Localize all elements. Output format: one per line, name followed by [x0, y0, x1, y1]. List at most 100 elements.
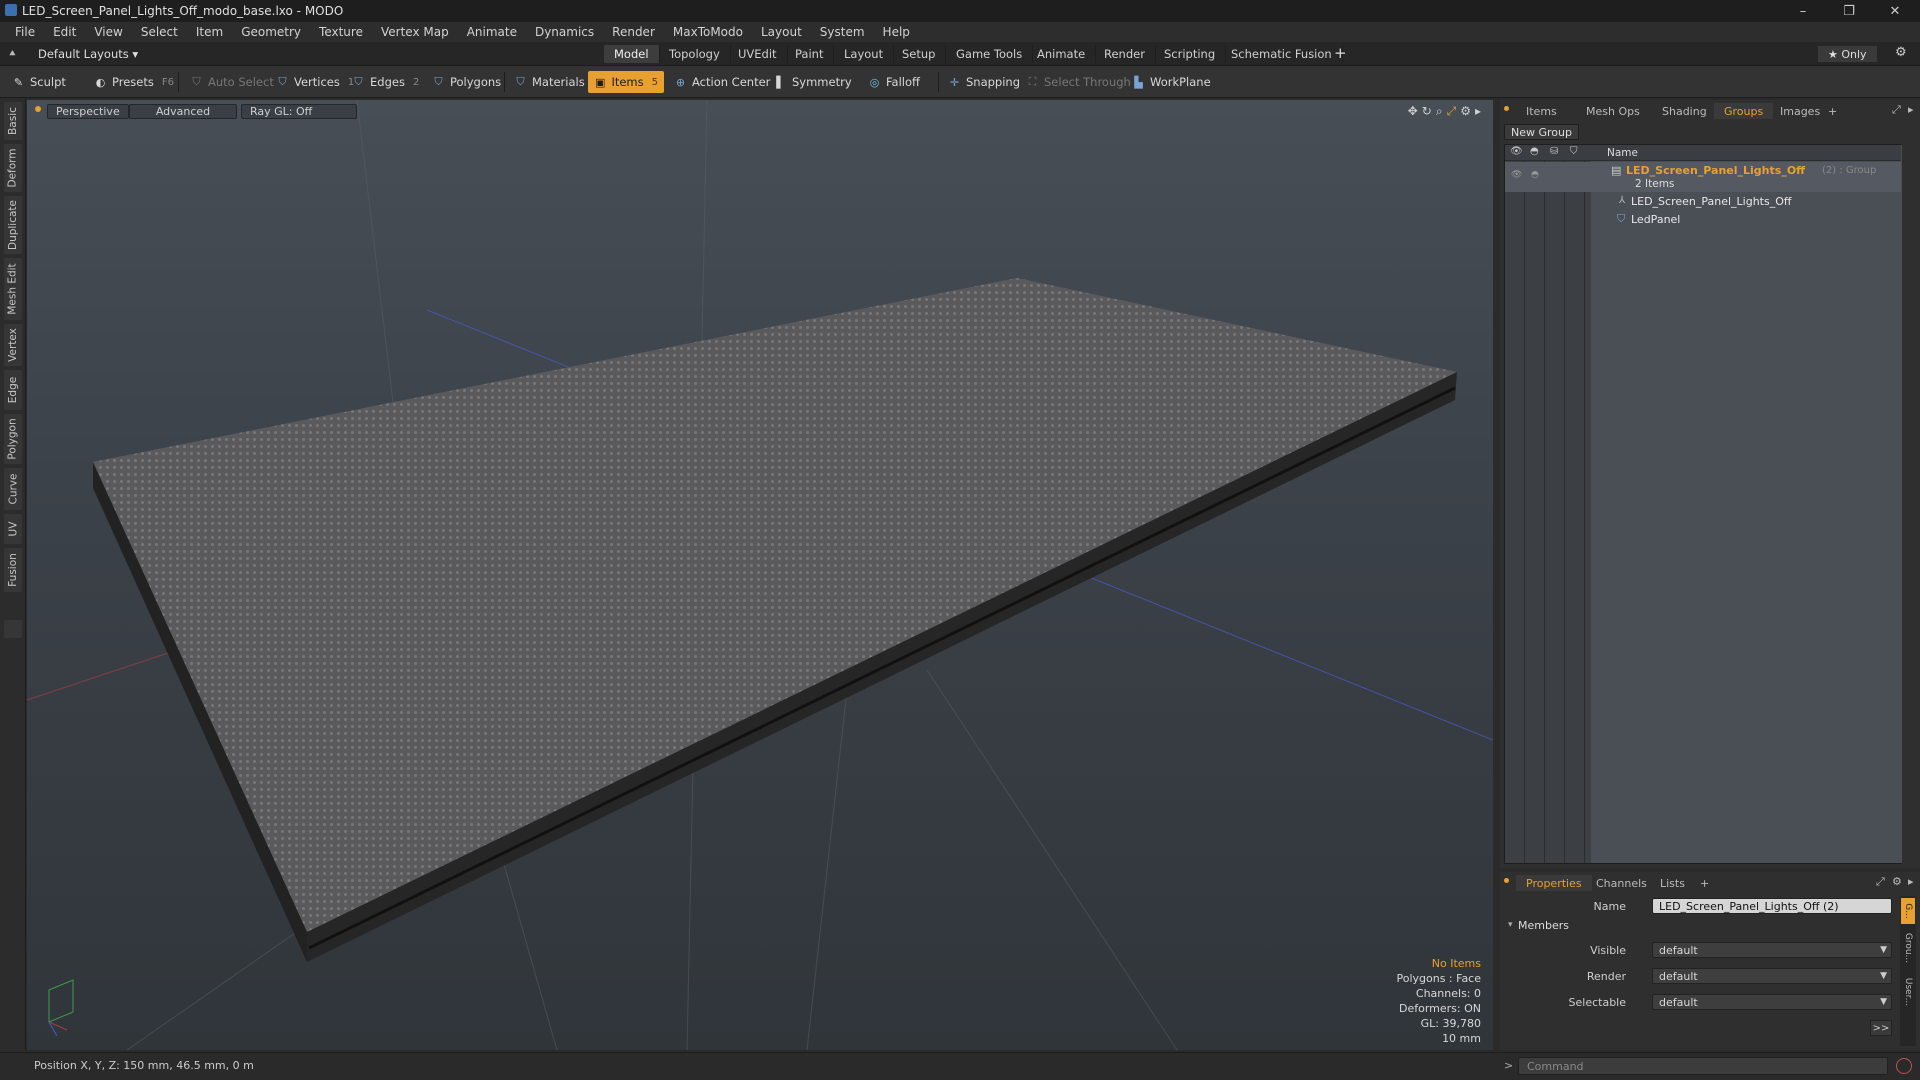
- list-item[interactable]: ⅄ LED_Screen_Panel_Lights_Off: [1591, 194, 1901, 210]
- menu-select[interactable]: Select: [132, 25, 187, 39]
- tab-paint[interactable]: Paint: [785, 45, 835, 63]
- select-through-button[interactable]: ⛶ Select Through: [1020, 71, 1137, 93]
- tab-polygon[interactable]: Polygon: [4, 414, 22, 464]
- close-button[interactable]: ✕: [1872, 0, 1918, 22]
- row-render-icon[interactable]: ◓: [1531, 170, 1539, 180]
- menu-item[interactable]: Item: [187, 25, 232, 39]
- viewport-menu-dot[interactable]: [35, 106, 41, 112]
- panel-menu-dot[interactable]: [1504, 878, 1509, 883]
- expand-icon[interactable]: ⤢: [1892, 103, 1901, 117]
- symmetry-button[interactable]: ▌ Symmetry: [768, 71, 858, 93]
- panel-menu-dot[interactable]: [1504, 106, 1509, 111]
- panel-arrow-icon[interactable]: ▸: [1908, 103, 1914, 116]
- view-mode-button[interactable]: Perspective: [47, 104, 129, 119]
- tab-animate[interactable]: Animate: [1027, 45, 1097, 63]
- menu-system[interactable]: System: [811, 25, 874, 39]
- panel-arrow-icon[interactable]: ▸: [1908, 875, 1914, 888]
- action-center-button[interactable]: ⊕ Action Center: [668, 71, 776, 93]
- gear-icon[interactable]: ⚙: [1895, 45, 1907, 60]
- add-tab-button[interactable]: +: [1818, 103, 1847, 119]
- edges-button[interactable]: ⛉ Edges 2: [346, 71, 425, 93]
- 3d-viewport[interactable]: Perspective Advanced Ray GL: Off ✥ ↻ ⌕ ⤢…: [27, 100, 1493, 1050]
- workplane-button[interactable]: ▙ WorkPlane: [1126, 71, 1217, 93]
- expand-icon[interactable]: ⤢: [1876, 875, 1885, 889]
- layout-select[interactable]: Default Layouts ▾: [38, 47, 138, 61]
- menu-geometry[interactable]: Geometry: [232, 25, 310, 39]
- tab-properties[interactable]: Properties: [1516, 875, 1592, 891]
- selectable-dropdown[interactable]: default ▼: [1652, 994, 1892, 1010]
- tab-topology[interactable]: Topology: [659, 45, 731, 63]
- expand-arrow-icon[interactable]: ▸: [1475, 104, 1481, 119]
- more-button[interactable]: >>: [1870, 1020, 1892, 1036]
- minimize-button[interactable]: –: [1780, 0, 1826, 22]
- falloff-button[interactable]: ◎ Falloff: [862, 71, 926, 93]
- tab-channels[interactable]: Channels: [1586, 875, 1657, 891]
- menu-layout[interactable]: Layout: [752, 25, 811, 39]
- viewport-settings-icon[interactable]: ⚙: [1460, 104, 1471, 119]
- tab-uvedit[interactable]: UVEdit: [728, 45, 788, 63]
- tab-model[interactable]: Model: [604, 45, 660, 63]
- polygons-button[interactable]: ⛉ Polygons: [426, 71, 507, 93]
- raygl-button[interactable]: Ray GL: Off: [241, 104, 357, 119]
- lock-icon[interactable]: ⛁: [1550, 146, 1558, 157]
- tab-scripting[interactable]: Scripting: [1154, 45, 1227, 63]
- zoom-icon[interactable]: ⌕: [1436, 104, 1443, 119]
- record-icon[interactable]: [1896, 1058, 1912, 1074]
- name-field[interactable]: LED_Screen_Panel_Lights_Off (2): [1652, 898, 1892, 914]
- side-tab-group-active[interactable]: G...: [1901, 898, 1915, 924]
- select-icon[interactable]: ⛉: [1570, 146, 1578, 157]
- side-tab-group[interactable]: Grou...: [1901, 928, 1915, 968]
- auto-select-button[interactable]: ⛉ Auto Select: [184, 71, 280, 93]
- tab-shading[interactable]: Shading: [1652, 103, 1717, 119]
- tab-vertex[interactable]: Vertex: [4, 324, 22, 366]
- command-input[interactable]: Command: [1518, 1057, 1888, 1075]
- rotate-icon[interactable]: ↻: [1422, 104, 1432, 119]
- menu-maxtomodo[interactable]: MaxToModo: [664, 25, 752, 39]
- tab-duplicate[interactable]: Duplicate: [4, 196, 22, 254]
- pan-icon[interactable]: ✥: [1408, 104, 1418, 119]
- render-icon[interactable]: ◓: [1530, 146, 1539, 157]
- items-button[interactable]: ▣ Items 5: [588, 71, 664, 93]
- render-dropdown[interactable]: default ▼: [1652, 968, 1892, 984]
- tab-groups[interactable]: Groups: [1714, 103, 1774, 119]
- tab-deform[interactable]: Deform: [4, 144, 22, 192]
- tab-mesh-edit[interactable]: Mesh Edit: [4, 258, 22, 320]
- group-row[interactable]: 👁 ◓ ▤ LED_Screen_Panel_Lights_Off (2) : …: [1505, 162, 1901, 192]
- add-tab-icon[interactable]: +: [1334, 44, 1347, 62]
- tab-render[interactable]: Render: [1094, 45, 1156, 63]
- new-group-button[interactable]: New Group: [1504, 124, 1579, 140]
- menu-help[interactable]: Help: [874, 25, 919, 39]
- add-tab-button[interactable]: +: [1690, 875, 1719, 891]
- eye-icon[interactable]: 👁: [1510, 146, 1523, 157]
- list-item[interactable]: ⛉ LedPanel: [1591, 212, 1901, 228]
- menu-texture[interactable]: Texture: [310, 25, 372, 39]
- tab-lists[interactable]: Lists: [1650, 875, 1695, 891]
- shading-button[interactable]: Advanced: [129, 104, 237, 119]
- menu-render[interactable]: Render: [603, 25, 664, 39]
- tab-edge[interactable]: Edge: [4, 370, 22, 410]
- tab-layout[interactable]: Layout: [834, 45, 895, 63]
- palette-toggle[interactable]: [4, 620, 22, 638]
- visible-dropdown[interactable]: default ▼: [1652, 942, 1892, 958]
- tab-mesh-ops[interactable]: Mesh Ops: [1576, 103, 1650, 119]
- menu-file[interactable]: File: [6, 25, 44, 39]
- tab-game-tools[interactable]: Game Tools: [946, 45, 1034, 63]
- row-eye-icon[interactable]: 👁: [1511, 170, 1522, 180]
- tab-setup[interactable]: Setup: [892, 45, 947, 63]
- tab-items[interactable]: Items: [1516, 103, 1567, 119]
- maximize-icon[interactable]: ⤢: [1447, 104, 1457, 119]
- menu-edit[interactable]: Edit: [44, 25, 85, 39]
- collapse-icon[interactable]: ⯅: [8, 47, 17, 61]
- name-column-header[interactable]: Name: [1607, 147, 1638, 159]
- collapse-arrow-icon[interactable]: ▾: [1508, 920, 1513, 930]
- group-list[interactable]: 👁 ◓ ⛁ ⛉ Name 👁 ◓ ▤ LED_Screen_Panel_Ligh…: [1504, 144, 1902, 864]
- side-tab-user[interactable]: User...: [1901, 972, 1915, 1012]
- restore-button[interactable]: ❐: [1826, 0, 1872, 22]
- tab-uv[interactable]: UV: [4, 514, 22, 544]
- menu-dynamics[interactable]: Dynamics: [526, 25, 603, 39]
- sculpt-button[interactable]: ✎ Sculpt: [6, 71, 72, 93]
- tab-fusion[interactable]: Fusion: [4, 548, 22, 592]
- presets-button[interactable]: ◐ Presets F6: [88, 71, 180, 93]
- snapping-button[interactable]: ✛ Snapping: [942, 71, 1026, 93]
- tab-curve[interactable]: Curve: [4, 468, 22, 510]
